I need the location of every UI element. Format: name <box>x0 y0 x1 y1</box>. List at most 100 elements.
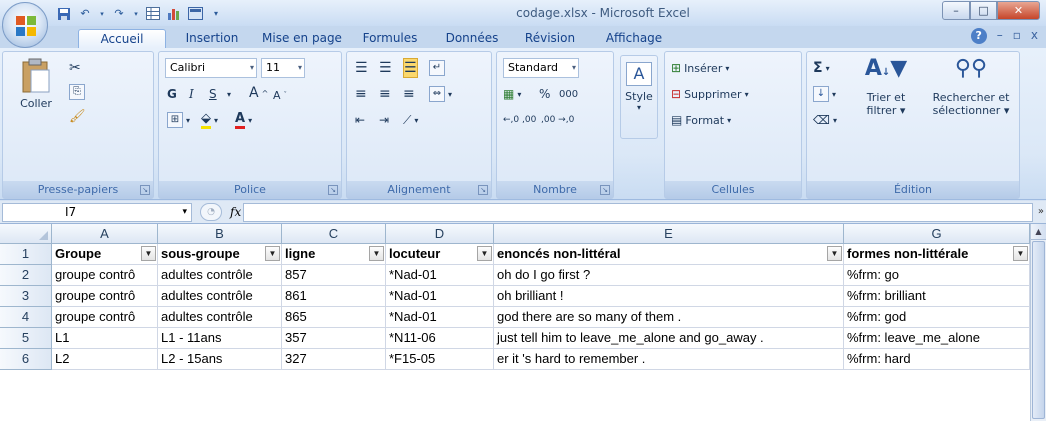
filter-dropdown-icon[interactable]: ▼ <box>369 246 384 261</box>
row-header-3[interactable]: 3 <box>0 286 52 307</box>
find-select-button[interactable]: ⚲⚲ Rechercher et sélectionner ▾ <box>925 56 1017 117</box>
table-cell[interactable]: %frm: brilliant <box>844 286 1030 307</box>
maximize-button[interactable]: □ <box>970 1 997 20</box>
table-cell[interactable]: *Nad-01 <box>386 286 494 307</box>
number-format-combo[interactable]: Standard ▾ <box>503 58 579 78</box>
bold-button[interactable]: G <box>167 84 177 104</box>
orientation-button[interactable]: ⟋ ▾ <box>403 110 418 130</box>
fill-color-button[interactable]: ⬙ ▾ <box>201 110 218 130</box>
alignment-launcher[interactable]: ↘ <box>478 185 488 195</box>
currency-button[interactable]: ▦ ▾ <box>503 84 521 104</box>
table-cell[interactable]: 357 <box>282 328 386 349</box>
style-button[interactable]: A Style ▾ <box>620 55 658 139</box>
autosum-button[interactable]: Σ ▾ <box>813 58 830 78</box>
scroll-up-icon[interactable]: ▲ <box>1031 224 1046 240</box>
close-button[interactable]: ✕ <box>997 1 1040 20</box>
table-cell[interactable]: L1 - 11ans <box>158 328 282 349</box>
shrink-font-button[interactable]: Aˇ <box>273 85 287 105</box>
column-header-a[interactable]: A <box>52 224 158 244</box>
number-launcher[interactable]: ↘ <box>600 185 610 195</box>
format-button[interactable]: ▤ Format ▾ <box>671 110 731 130</box>
table-cell[interactable]: god there are so many of them . <box>494 307 844 328</box>
table-header-cell[interactable]: formes non-littérale ▼ <box>844 244 1030 265</box>
table-cell[interactable]: %frm: leave_me_alone <box>844 328 1030 349</box>
align-middle-button[interactable]: ☰ <box>379 58 392 78</box>
align-top-button[interactable]: ☰ <box>355 58 368 78</box>
decrease-indent-button[interactable]: ⇤ <box>355 110 365 130</box>
table-header-cell[interactable]: Groupe ▼ <box>52 244 158 265</box>
scroll-thumb[interactable] <box>1032 241 1045 419</box>
help-icon[interactable]: ? <box>970 28 987 44</box>
table-cell[interactable]: just tell him to leave_me_alone and go_a… <box>494 328 844 349</box>
filter-dropdown-icon[interactable]: ▼ <box>477 246 492 261</box>
increase-decimal-button[interactable]: ←,0 ,00 <box>503 110 536 130</box>
table-header-cell[interactable]: enoncés non-littéral ▼ <box>494 244 844 265</box>
ribbon-minimize-button[interactable]: – <box>997 28 1003 44</box>
copy-button[interactable]: ⎘ <box>69 82 85 102</box>
table-header-cell[interactable]: ligne ▼ <box>282 244 386 265</box>
table-cell[interactable]: oh do I go first ? <box>494 265 844 286</box>
insert-function-button[interactable]: fx <box>230 205 241 219</box>
office-button[interactable] <box>2 2 48 48</box>
table-cell[interactable]: *N11-06 <box>386 328 494 349</box>
column-header-d[interactable]: D <box>386 224 494 244</box>
tab-mise-en-page[interactable]: Mise en page <box>256 29 348 48</box>
filter-dropdown-icon[interactable]: ▼ <box>141 246 156 261</box>
paste-button[interactable]: Coller <box>11 56 61 110</box>
formula-cancel-icon[interactable]: ◔ <box>200 203 222 221</box>
borders-button[interactable]: ⊞ ▾ <box>167 110 190 130</box>
name-box[interactable]: I7 ▾ <box>2 203 192 222</box>
column-header-g[interactable]: G <box>844 224 1030 244</box>
tab-revision[interactable]: Révision <box>514 29 586 48</box>
row-header-1[interactable]: 1 <box>0 244 52 265</box>
column-header-c[interactable]: C <box>282 224 386 244</box>
clear-button[interactable]: ⌫ ▾ <box>813 110 837 130</box>
table-cell[interactable]: L1 <box>52 328 158 349</box>
align-left-button[interactable]: ≡ <box>355 84 367 104</box>
clipboard-launcher[interactable]: ↘ <box>140 185 150 195</box>
table-cell[interactable]: *F15-05 <box>386 349 494 370</box>
table-header-cell[interactable]: sous-groupe ▼ <box>158 244 282 265</box>
decrease-decimal-button[interactable]: ,00 →,0 <box>541 110 574 130</box>
table-cell[interactable]: er it 's hard to remember . <box>494 349 844 370</box>
font-size-combo[interactable]: 11 ▾ <box>261 58 305 78</box>
grow-font-button[interactable]: A ^ <box>249 83 268 103</box>
table-cell[interactable]: *Nad-01 <box>386 307 494 328</box>
wrap-text-button[interactable]: ↵ <box>429 58 445 78</box>
sort-filter-button[interactable]: A↓▼ Trier et filtrer ▾ <box>849 56 923 117</box>
format-painter-button[interactable]: 🖌 <box>69 106 86 126</box>
table-cell[interactable]: oh brilliant ! <box>494 286 844 307</box>
align-right-button[interactable]: ≡ <box>403 84 415 104</box>
table-cell[interactable]: groupe contrô <box>52 286 158 307</box>
column-header-e[interactable]: E <box>494 224 844 244</box>
table-cell[interactable]: groupe contrô <box>52 265 158 286</box>
filter-dropdown-icon[interactable]: ▼ <box>265 246 280 261</box>
row-header-6[interactable]: 6 <box>0 349 52 370</box>
table-header-cell[interactable]: locuteur ▼ <box>386 244 494 265</box>
increase-indent-button[interactable]: ⇥ <box>379 110 389 130</box>
delete-button[interactable]: ⊟ Supprimer ▾ <box>671 84 749 104</box>
table-cell[interactable]: adultes contrôle <box>158 265 282 286</box>
table-cell[interactable]: %frm: hard <box>844 349 1030 370</box>
ribbon-close-button[interactable]: x <box>1031 28 1038 44</box>
table-cell[interactable]: adultes contrôle <box>158 286 282 307</box>
table-cell[interactable]: groupe contrô <box>52 307 158 328</box>
italic-button[interactable]: I <box>189 84 194 104</box>
align-center-button[interactable]: ≡ <box>379 84 391 104</box>
ribbon-restore-button[interactable]: ▫ <box>1013 28 1021 44</box>
merge-center-button[interactable]: ⇔ ▾ <box>429 84 452 104</box>
align-bottom-button[interactable]: ☰ <box>403 58 418 78</box>
tab-affichage[interactable]: Affichage <box>594 29 674 48</box>
chevron-down-icon[interactable]: ▾ <box>227 84 231 104</box>
table-cell[interactable]: 865 <box>282 307 386 328</box>
table-cell[interactable]: *Nad-01 <box>386 265 494 286</box>
fill-button[interactable]: ↓ ▾ <box>813 84 836 104</box>
table-cell[interactable]: 327 <box>282 349 386 370</box>
formula-input[interactable] <box>243 203 1033 222</box>
vertical-scrollbar[interactable]: ▲ <box>1030 224 1046 421</box>
table-cell[interactable]: %frm: go <box>844 265 1030 286</box>
table-cell[interactable]: L2 - 15ans <box>158 349 282 370</box>
row-header-2[interactable]: 2 <box>0 265 52 286</box>
filter-dropdown-icon[interactable]: ▼ <box>1013 246 1028 261</box>
font-color-button[interactable]: A ▾ <box>235 110 252 130</box>
